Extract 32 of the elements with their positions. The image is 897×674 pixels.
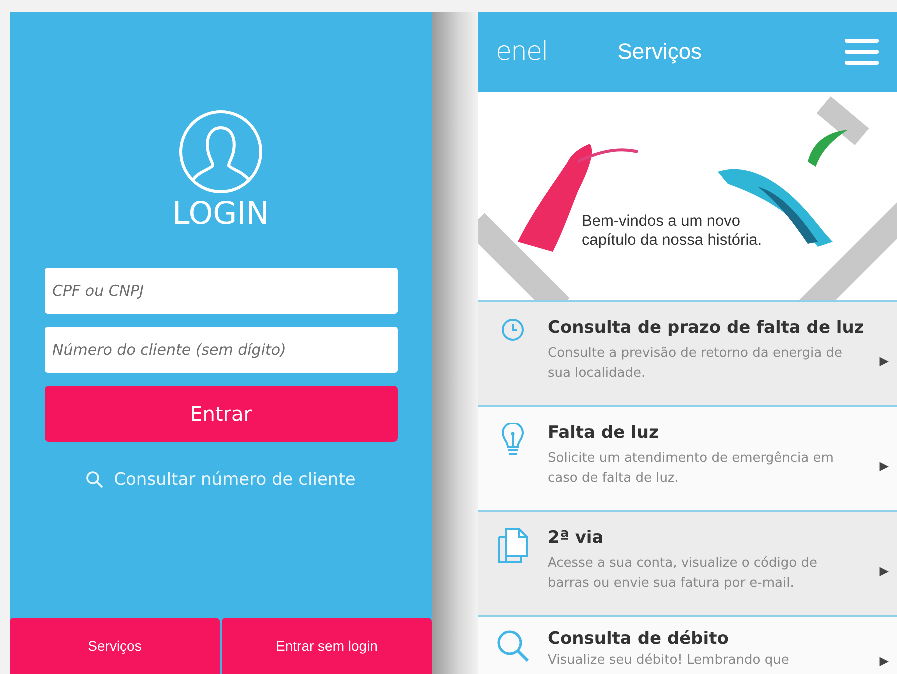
service-description: Acesse a sua conta, visualize o código de barras ou envie sua fatura por e-mail. [548, 555, 818, 593]
service-item[interactable]: Falta de luz Solicite um atendimento de emergência em caso de falta de luz. ▶ [478, 407, 897, 512]
service-item[interactable]: Consulta de prazo de falta de luz Consulte a previsão de retorno da energia de sua localidade. ▶ [478, 302, 897, 407]
service-title: Falta de luz [548, 422, 660, 445]
lightbulb-icon [502, 423, 524, 457]
menu-icon[interactable] [845, 38, 879, 66]
service-description: Consulte a previsão de retorno da energia de sua localidade. [548, 345, 844, 383]
arrow-icon: ▶ [880, 654, 889, 668]
service-description: Visualize seu débito! Lembrando que [548, 652, 790, 670]
service-title: Consulta de débito [548, 628, 730, 651]
banner-text: Bem-vindos a um novo capítulo da nossa história. [582, 212, 764, 250]
arrow-icon: ▶ [880, 564, 889, 578]
service-item[interactable]: 2ª via Acesse a sua conta, visualize o código de barras ou envie sua fatura por e-mail. ▶ [478, 512, 897, 617]
input-field[interactable]: Número do cliente (sem dígito) [44, 327, 398, 373]
bottom-nav-button[interactable]: Entrar sem login [222, 618, 432, 674]
clock-icon [501, 318, 525, 342]
arrow-icon: ▶ [880, 354, 889, 368]
search-icon [496, 629, 530, 663]
service-item[interactable]: Consulta de débito Visualize seu débito! Lembrando que ▶ [478, 617, 897, 674]
header-title: Serviços [618, 39, 702, 65]
input-field[interactable]: CPF ou CNPJ [44, 268, 398, 314]
arrow-icon: ▶ [880, 458, 889, 472]
logo: enel [496, 37, 548, 67]
service-title: 2ª via [548, 527, 605, 550]
search-icon [86, 471, 104, 489]
service-title: Consulta de prazo de falta de luz [548, 317, 866, 340]
user-avatar-icon [179, 110, 263, 194]
bottom-nav-button[interactable]: Serviços [10, 618, 220, 674]
login-title: LOGIN [172, 196, 270, 232]
documents-icon [497, 528, 529, 564]
enter-button[interactable]: Entrar [44, 386, 398, 442]
service-description: Solicite um atendimento de emergência em caso de falta de luz. [548, 450, 835, 488]
